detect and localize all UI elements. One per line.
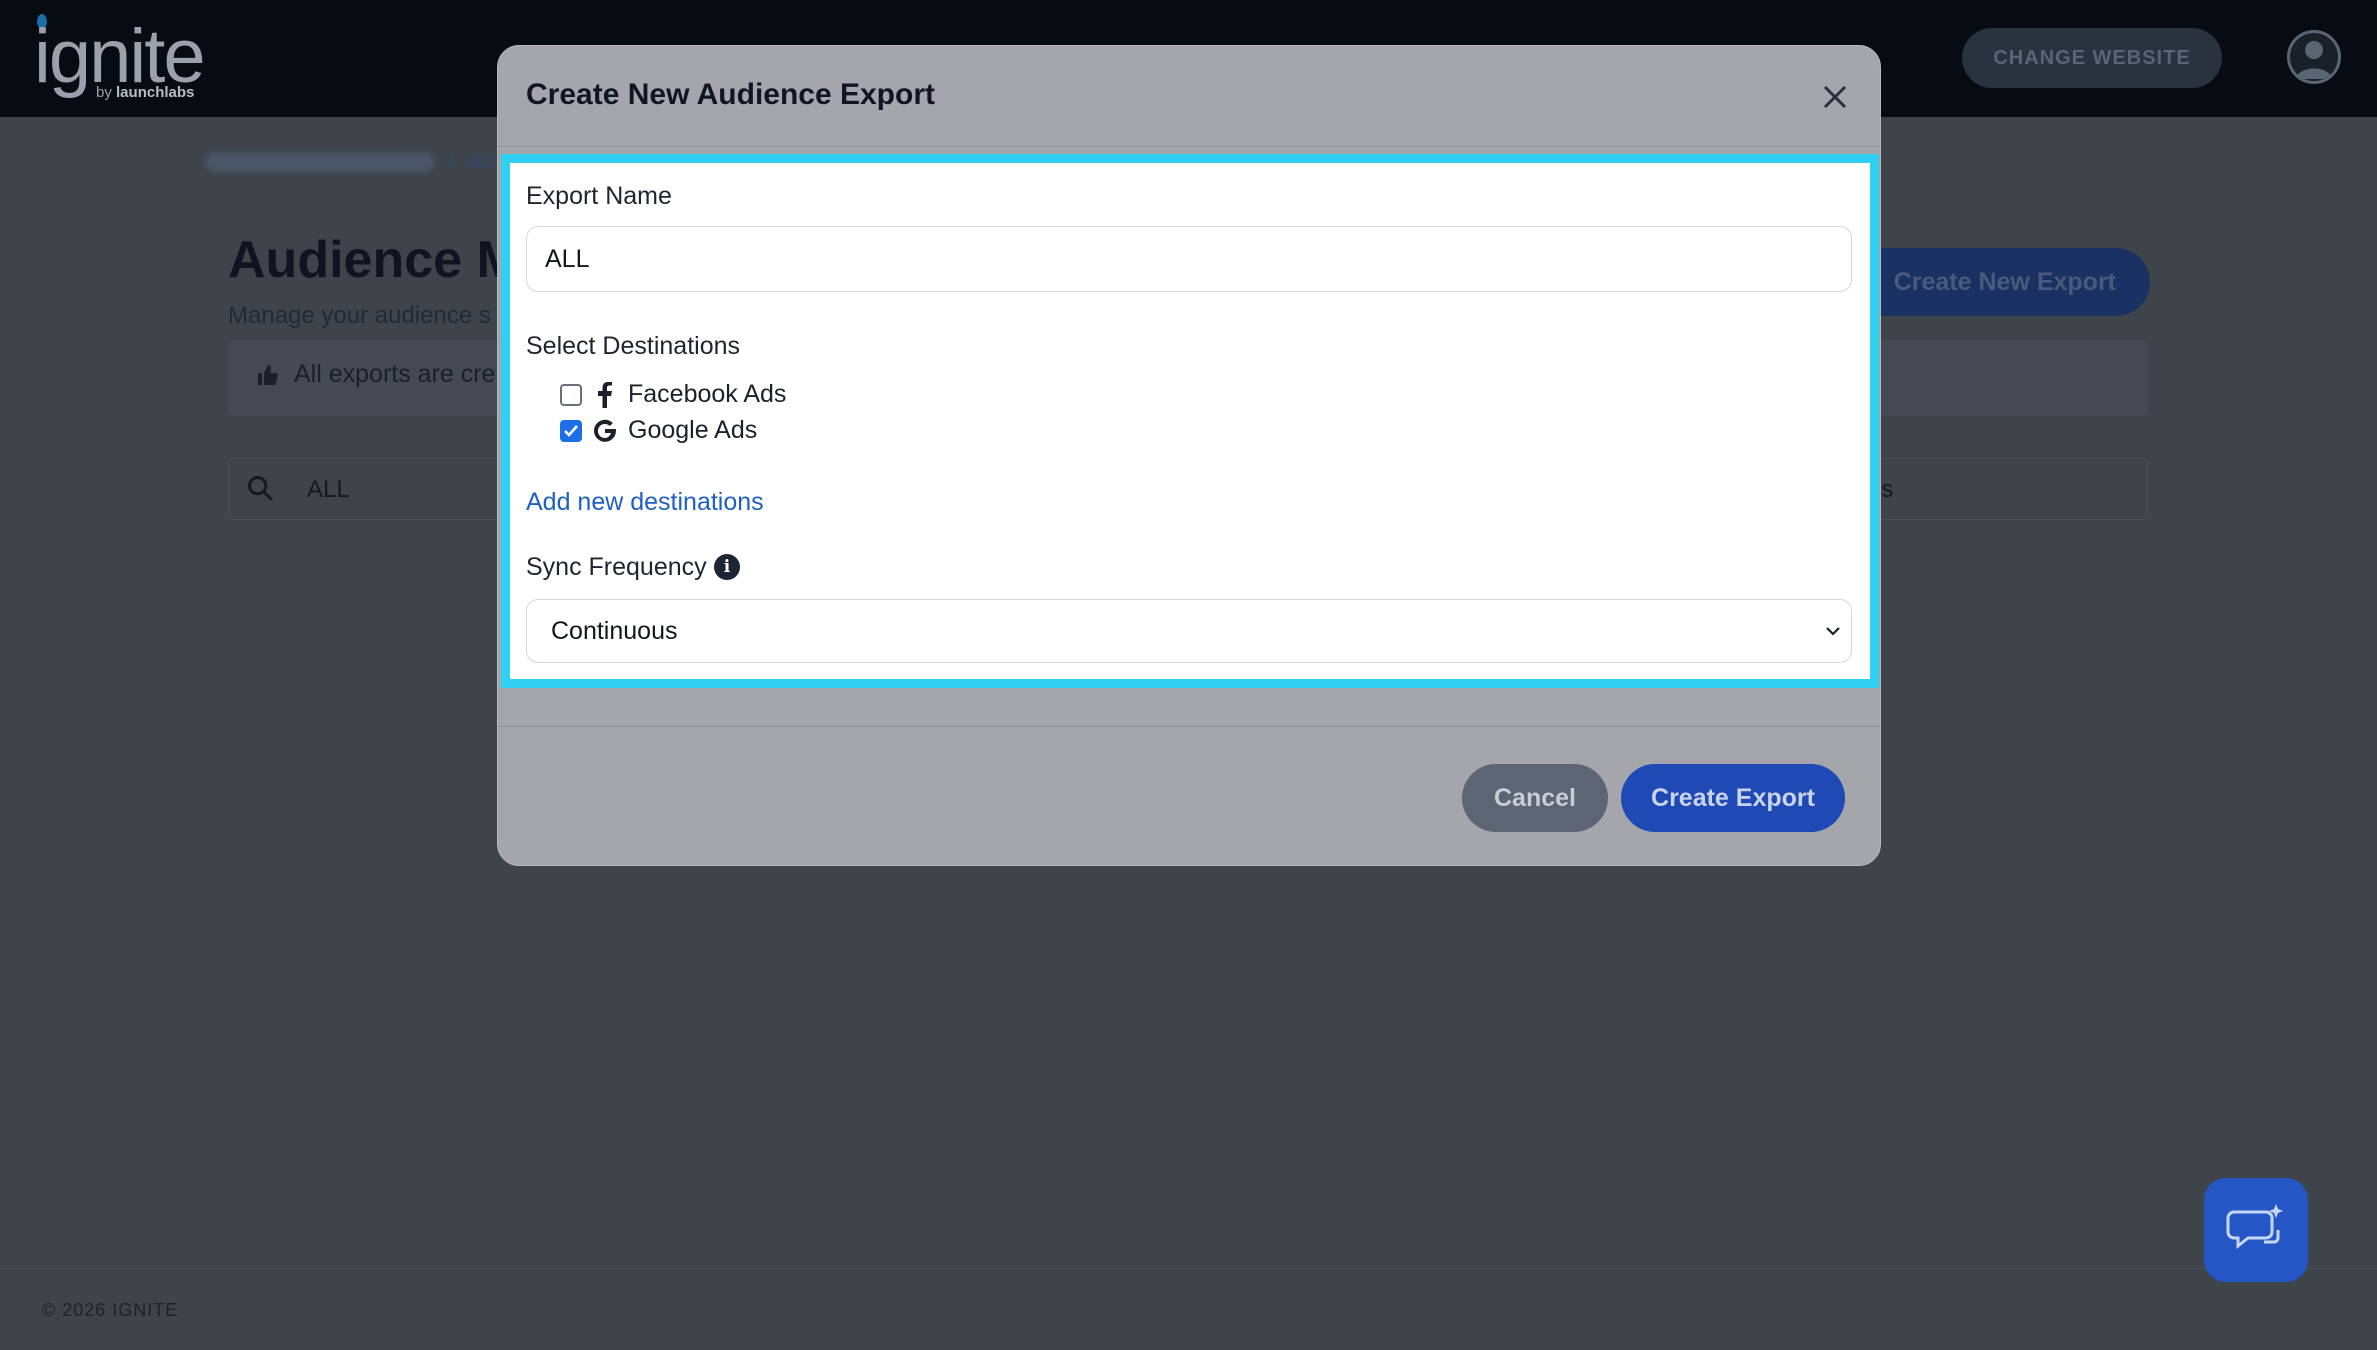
add-new-destinations-link[interactable]: Add new destinations: [526, 488, 764, 517]
modal-header-divider: [498, 146, 1880, 147]
facebook-icon: [592, 381, 618, 408]
search-icon: [248, 476, 273, 501]
footer-divider: [0, 1268, 2377, 1269]
user-avatar-icon[interactable]: [2287, 30, 2341, 84]
info-banner-text: All exports are cre: [256, 360, 506, 389]
footer-copyright: © 2026 IGNITE: [42, 1300, 179, 1320]
destination-google-ads[interactable]: Google Ads: [560, 416, 757, 445]
page-subtitle: Manage your audience s: [228, 302, 491, 329]
page-title: Audience Ma: [228, 231, 498, 289]
sync-frequency-value: Continuous: [551, 617, 678, 645]
breadcrumb-current[interactable]: AU: [468, 152, 493, 176]
thumbs-up-icon: [258, 364, 278, 385]
chat-sparkle-icon: [2226, 1204, 2283, 1250]
breadcrumb-separator: /: [449, 152, 455, 172]
export-name-label: Export Name: [526, 182, 672, 210]
facebook-ads-label: Facebook Ads: [628, 380, 787, 408]
search-value: ALL: [307, 476, 350, 503]
ignite-logo[interactable]: ignite by launchlabs: [34, 14, 224, 104]
google-icon: [592, 418, 618, 444]
destination-facebook-ads[interactable]: Facebook Ads: [560, 380, 786, 409]
google-ads-checkbox[interactable]: [560, 419, 582, 442]
modal-title: Create New Audience Export: [526, 78, 935, 111]
sync-frequency-select[interactable]: [526, 599, 1852, 663]
select-destinations-label: Select Destinations: [526, 332, 741, 360]
filter-select[interactable]: [1870, 458, 2148, 520]
facebook-ads-checkbox[interactable]: [560, 383, 582, 406]
create-new-export-button[interactable]: Create New Export: [1850, 248, 2150, 316]
google-ads-label: Google Ads: [628, 416, 758, 444]
breadcrumb: / AU: [205, 152, 493, 176]
chat-support-button[interactable]: [2204, 1178, 2308, 1282]
info-icon[interactable]: i: [714, 554, 740, 580]
export-name-field[interactable]: [526, 226, 1852, 292]
logo-byline: by launchlabs: [96, 84, 195, 101]
sync-frequency-label: Sync Frequency: [526, 553, 707, 581]
cancel-button[interactable]: Cancel: [1462, 764, 1608, 832]
breadcrumb-blurred-item[interactable]: [205, 152, 435, 172]
close-icon[interactable]: [1820, 82, 1850, 112]
change-website-button[interactable]: CHANGE WEBSITE: [1962, 28, 2222, 88]
create-export-button[interactable]: Create Export: [1621, 764, 1845, 832]
chevron-down-icon: [1826, 627, 1840, 636]
modal-footer-divider: [498, 726, 1880, 727]
